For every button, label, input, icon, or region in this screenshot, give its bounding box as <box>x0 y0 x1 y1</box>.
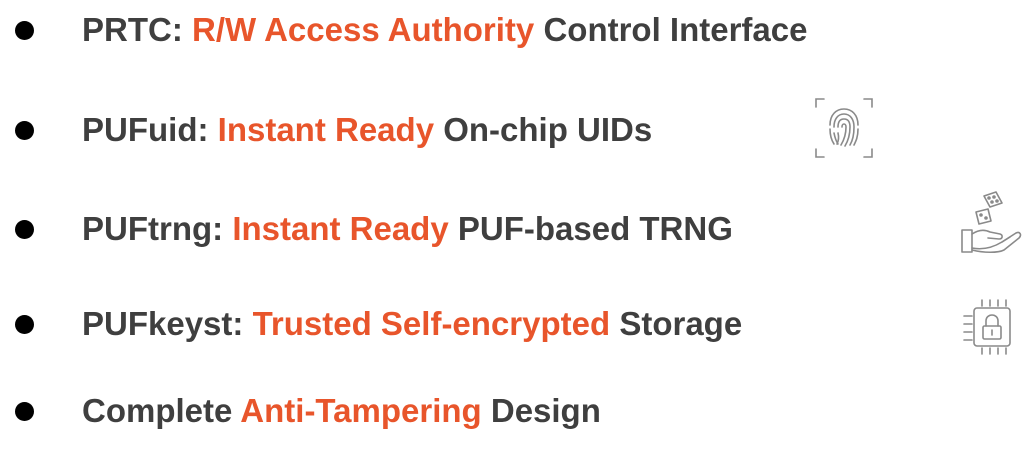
chip-lock-icon <box>963 299 1011 355</box>
bullet-highlight: Instant Ready <box>217 111 435 148</box>
bullet-item: PRTC: R/W Access Authority Control Inter… <box>0 0 1024 60</box>
bullet-dot <box>15 401 34 421</box>
bullet-prefix: PRTC: <box>82 11 192 48</box>
bullet-prefix: PUFuid: <box>82 111 218 148</box>
bullet-highlight: Anti-Tampering <box>240 392 482 429</box>
bullet-highlight: Trusted Self-encrypted <box>252 305 611 342</box>
bullet-item: Complete Anti-Tampering Design <box>0 381 1024 441</box>
bullet-suffix: PUF-based TRNG <box>448 210 733 247</box>
bullet-suffix: Storage <box>610 305 743 342</box>
bullet-suffix: Design <box>481 392 601 429</box>
bullet-item: PUFtrng: Instant Ready PUF-based TRNG <box>0 199 1024 259</box>
bullet-dot <box>15 219 34 239</box>
bullet-dot <box>15 314 34 334</box>
bullet-text: PUFtrng: Instant Ready PUF-based TRNG <box>82 210 733 248</box>
bullet-text: PRTC: R/W Access Authority Control Inter… <box>82 11 807 49</box>
bullet-text: PUFuid: Instant Ready On-chip UIDs <box>82 111 652 149</box>
bullet-text: PUFkeyst: Trusted Self-encrypted Storage <box>82 305 742 343</box>
bullet-prefix: Complete <box>82 392 241 429</box>
bullet-dot <box>15 20 34 40</box>
slide: PRTC: R/W Access Authority Control Inter… <box>0 0 1024 458</box>
bullet-suffix: On-chip UIDs <box>434 111 653 148</box>
fingerprint-icon <box>815 98 873 158</box>
bullet-highlight: R/W Access Authority <box>192 11 535 48</box>
bullet-prefix: PUFtrng: <box>82 210 233 247</box>
bullet-prefix: PUFkeyst: <box>82 305 253 342</box>
dice-on-hand-icon <box>961 191 1022 254</box>
bullet-dot <box>15 120 34 140</box>
bullet-text: Complete Anti-Tampering Design <box>82 392 601 430</box>
bullet-item: PUFkeyst: Trusted Self-encrypted Storage <box>0 294 1024 354</box>
bullet-suffix: Control Interface <box>534 11 808 48</box>
bullet-highlight: Instant Ready <box>232 210 449 247</box>
